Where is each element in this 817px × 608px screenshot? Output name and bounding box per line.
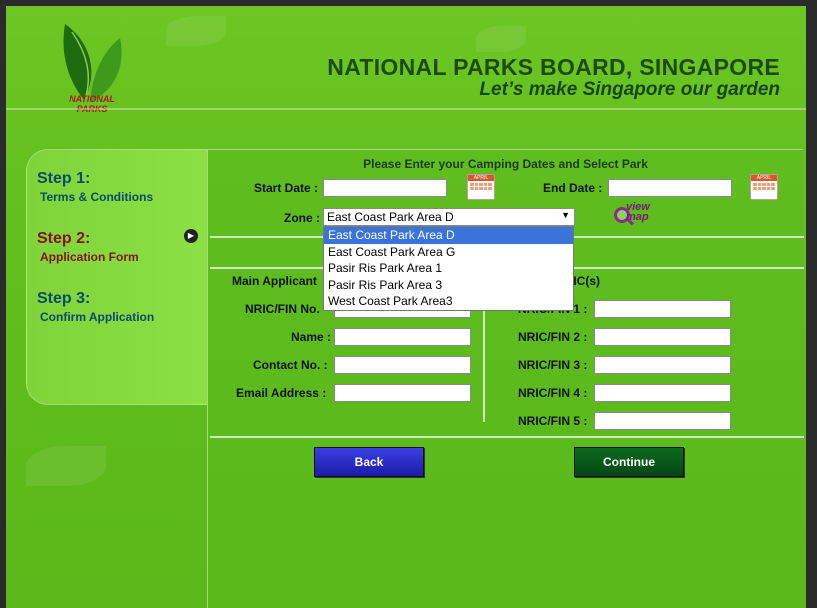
steps-panel: Step 1: Terms & Conditions Step 2: Appli… — [26, 149, 208, 405]
form-heading: Please Enter your Camping Dates and Sele… — [363, 157, 648, 171]
end-date-calendar-icon[interactable]: APRIL — [750, 174, 778, 200]
group-nric-input-3[interactable] — [594, 356, 731, 374]
zone-option[interactable]: East Coast Park Area D — [324, 227, 573, 244]
step-1-subtitle: Terms & Conditions — [40, 190, 154, 204]
name-label: Name : — [291, 330, 332, 344]
section-divider — [210, 436, 804, 438]
zone-dropdown-list: East Coast Park Area D East Coast Park A… — [323, 226, 574, 311]
continue-button[interactable]: Continue — [574, 447, 684, 477]
group-nric-label-4: NRIC/FIN 4 : — [518, 386, 588, 400]
zone-select[interactable]: East Coast Park Area D ▼ — [323, 208, 575, 226]
current-step-arrow-icon: ▶ — [184, 229, 198, 243]
zone-option[interactable]: West Coast Park Area3 — [324, 293, 573, 310]
step-1-title: Step 1: — [37, 170, 91, 187]
page-title: NATIONAL PARKS BOARD, SINGAPORE — [327, 54, 780, 80]
zone-selected-value: East Coast Park Area D — [327, 210, 454, 224]
group-nric-input-5[interactable] — [594, 412, 731, 430]
dropdown-arrow-icon: ▼ — [561, 210, 570, 220]
decorative-leaf — [26, 446, 106, 486]
step-2: Step 2: Application Form — [37, 230, 139, 264]
zone-label: Zone : — [284, 211, 320, 225]
group-nric-label-2: NRIC/FIN 2 : — [518, 330, 588, 344]
contact-input[interactable] — [334, 356, 471, 374]
email-input[interactable] — [334, 384, 471, 402]
contact-label: Contact No. : — [253, 358, 328, 372]
step-3: Step 3: Confirm Application — [37, 290, 154, 324]
application-form: Please Enter your Camping Dates and Sele… — [207, 149, 804, 608]
group-nric-label-5: NRIC/FIN 5 : — [518, 414, 588, 428]
decorative-leaf — [166, 16, 226, 46]
zone-option[interactable]: Pasir Ris Park Area 3 — [324, 277, 573, 294]
page-tagline: Let’s make Singapore our garden — [479, 79, 780, 100]
step-2-subtitle: Application Form — [40, 250, 139, 264]
step-1: Step 1: Terms & Conditions — [37, 170, 153, 204]
group-nric-input-4[interactable] — [594, 384, 731, 402]
name-input[interactable] — [334, 328, 471, 346]
group-nric-input-1[interactable] — [594, 300, 731, 318]
end-date-label: End Date : — [543, 181, 603, 195]
start-date-calendar-icon[interactable]: APRIL — [467, 174, 495, 200]
header-divider — [6, 108, 806, 110]
main-applicant-heading: Main Applicant — [232, 274, 317, 288]
page-frame: NATIONAL PARKS NATIONAL PARKS BOARD, SING… — [6, 6, 806, 608]
start-date-input[interactable] — [323, 179, 447, 197]
back-button[interactable]: Back — [314, 447, 424, 477]
step-3-title: Step 3: — [37, 290, 91, 307]
email-label: Email Address : — [236, 386, 327, 400]
step-2-title: Step 2: — [37, 230, 91, 247]
end-date-input[interactable] — [608, 179, 732, 197]
group-nric-label-3: NRIC/FIN 3 : — [518, 358, 588, 372]
start-date-label: Start Date : — [254, 181, 319, 195]
decorative-leaf — [476, 26, 526, 52]
nric-label: NRIC/FIN No. — [245, 302, 320, 316]
view-map-label: view map — [626, 201, 650, 223]
zone-option[interactable]: Pasir Ris Park Area 1 — [324, 260, 573, 277]
zone-option[interactable]: East Coast Park Area G — [324, 244, 573, 261]
national-parks-logo: NATIONAL PARKS — [50, 18, 140, 118]
step-3-subtitle: Confirm Application — [40, 310, 155, 324]
group-nric-input-2[interactable] — [594, 328, 731, 346]
view-map-button[interactable]: view map — [612, 201, 660, 229]
